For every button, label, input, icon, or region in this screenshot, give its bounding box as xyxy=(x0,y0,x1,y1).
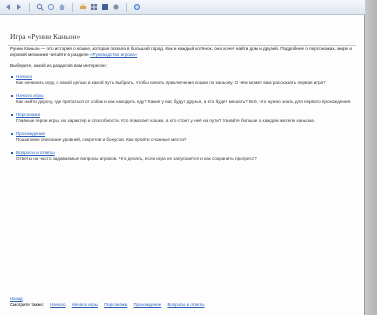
section-item: Вопросы и ответы Ответы на часто задавае… xyxy=(8,150,358,162)
bullet-icon xyxy=(11,152,13,154)
grid-icon[interactable] xyxy=(90,3,98,11)
nav-link[interactable]: Персонажи xyxy=(104,302,127,307)
title-divider xyxy=(8,45,356,46)
settings-icon[interactable] xyxy=(112,3,120,11)
bullet-icon xyxy=(11,95,13,97)
forward-icon[interactable] xyxy=(15,3,23,11)
section-description: Как начинать игру, с какой целью и какой… xyxy=(16,80,326,85)
intro-text: Рунни Каньон — это история о кошке, кото… xyxy=(10,46,352,57)
refresh-icon[interactable] xyxy=(47,3,55,11)
section-description: Ответы на часто задаваемые вопросы игрок… xyxy=(16,156,257,161)
bullet-icon xyxy=(11,76,13,78)
page-title: Игра «Рунни Каньон» xyxy=(10,32,81,41)
section-item: Прохождение Пошаговое описание уровней, … xyxy=(8,131,358,143)
nav-label: Смотрите также: xyxy=(10,302,44,307)
section-list: Начало Как начинать игру, с какой целью … xyxy=(8,74,358,162)
section-item: Персонажи Главные герои игры, их характе… xyxy=(8,112,358,124)
bookmark-icon[interactable] xyxy=(101,3,109,11)
window-background xyxy=(365,0,377,315)
nav-link[interactable]: Прохождение xyxy=(133,302,161,307)
section-item: Начало Как начинать игру, с какой целью … xyxy=(8,74,358,86)
print-icon[interactable] xyxy=(79,3,87,11)
nav-link[interactable]: Вопросы и ответы xyxy=(167,302,204,307)
toolbar-separator xyxy=(72,2,73,12)
section-item: Начало игры Как найти дорогу, где прятат… xyxy=(8,93,358,105)
back-icon[interactable] xyxy=(4,3,12,11)
section-description: Главные герои игры, их характер и способ… xyxy=(16,118,316,123)
toolbar-separator xyxy=(126,2,127,12)
search-icon[interactable] xyxy=(36,3,44,11)
nav-link[interactable]: Начало игры xyxy=(72,302,98,307)
choose-text: Выберите, какой из разделов вам интересе… xyxy=(10,63,107,68)
bottom-navigation: Назад Смотрите также: Начало Начало игры… xyxy=(10,296,350,308)
home-icon[interactable] xyxy=(58,3,66,11)
toolbar xyxy=(0,0,365,15)
help-window: Игра «Рунни Каньон» Рунни Каньон — это и… xyxy=(0,0,365,315)
intro-paragraph: Рунни Каньон — это история о кошке, кото… xyxy=(10,46,358,58)
toolbar-separator xyxy=(29,2,30,12)
add-icon[interactable] xyxy=(133,3,141,11)
section-description: Пошаговое описание уровней, секретов и б… xyxy=(16,137,187,142)
bottom-links: Смотрите также: Начало Начало игры Персо… xyxy=(10,302,350,308)
intro-link[interactable]: «Руководство игрока» xyxy=(90,52,137,57)
bullet-icon xyxy=(11,133,13,135)
nav-link[interactable]: Начало xyxy=(50,302,65,307)
help-content: Игра «Рунни Каньон» Рунни Каньон — это и… xyxy=(8,32,358,169)
section-description: Как найти дорогу, где прятаться от собак… xyxy=(16,99,352,104)
bullet-icon xyxy=(11,114,13,116)
